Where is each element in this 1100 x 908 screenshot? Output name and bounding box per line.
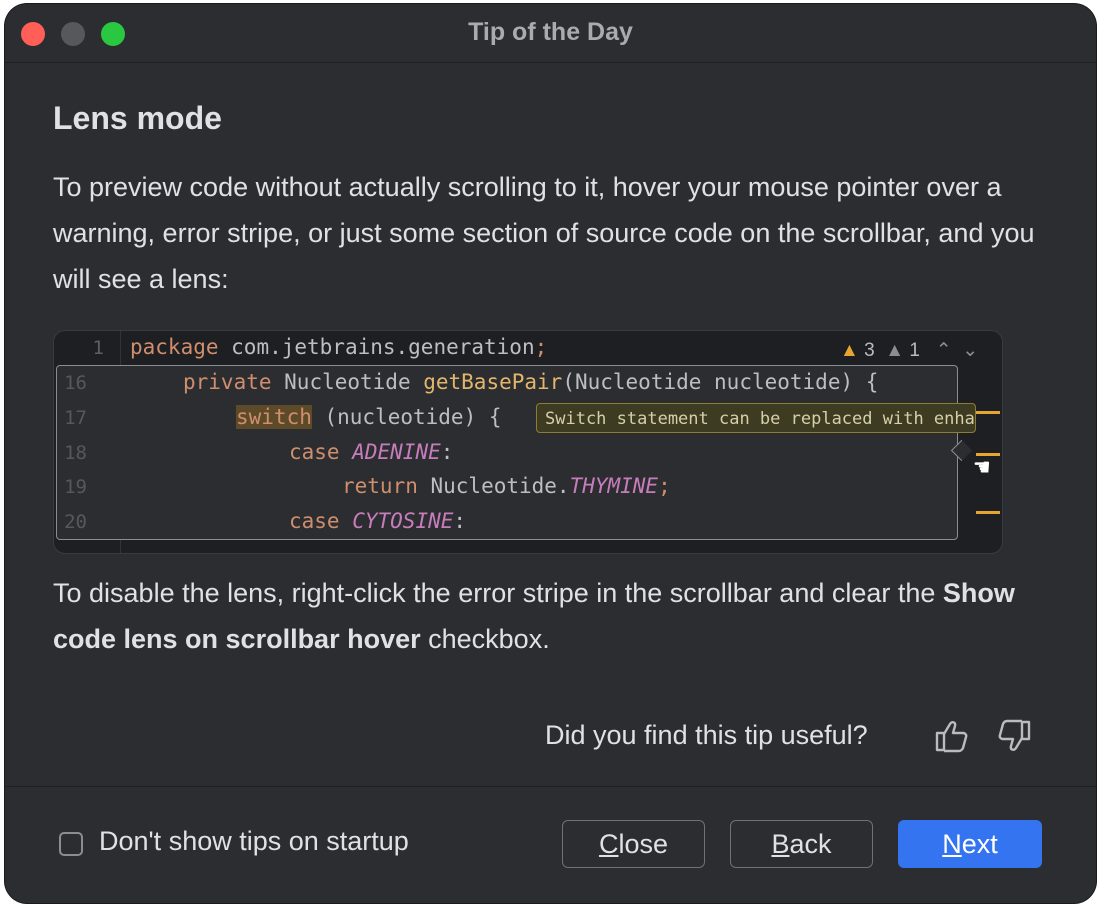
keyword: return	[342, 474, 418, 498]
dont-show-tips-checkbox[interactable]	[59, 832, 83, 856]
feedback-question: Did you find this tip useful?	[545, 720, 868, 750]
title-bar: Tip of the Day	[5, 4, 1096, 63]
dont-show-tips-label[interactable]: Don't show tips on startup	[99, 826, 409, 857]
mnemonic: C	[598, 829, 619, 859]
warning-icon: ▲	[840, 340, 859, 361]
keyword: private	[183, 370, 272, 394]
mnemonic: B	[771, 829, 790, 859]
mnemonic: N	[942, 829, 962, 859]
button-label: ack	[789, 829, 832, 859]
code-text: Nucleotide	[271, 370, 424, 394]
code-line-19: return Nucleotide.THYMINE;	[342, 474, 671, 498]
line-number: 19	[64, 476, 87, 498]
thumbs-up-icon[interactable]	[931, 716, 971, 756]
weak-warning-count: 1	[909, 340, 920, 361]
line-number: 16	[64, 372, 87, 394]
code-line-16: private Nucleotide getBasePair(Nucleotid…	[183, 370, 878, 394]
code-text: :	[440, 440, 454, 464]
code-lens-popup: 16 17 18 19 20 private Nucleotide getBas…	[56, 365, 958, 540]
code-text: (Nucleotide nucleotide) {	[562, 370, 879, 394]
code-text: ;	[534, 335, 548, 359]
outro-text: checkbox.	[420, 624, 550, 654]
tip-outro-text: To disable the lens, right-click the err…	[53, 570, 1053, 662]
code-lens-example: 1 package com.jetbrains.generation; ▲ 3 …	[53, 330, 1003, 554]
hand-cursor-icon: ☚	[974, 453, 990, 483]
error-stripe-mark[interactable]	[976, 511, 1000, 514]
error-stripe-mark[interactable]	[976, 411, 1000, 414]
enum-constant: CYTOSINE	[352, 509, 454, 533]
thumbs-down-icon[interactable]	[995, 716, 1035, 756]
line-number: 1	[92, 337, 104, 359]
weak-warning-icon: ▲	[879, 340, 905, 361]
close-button[interactable]: Close	[562, 820, 705, 868]
button-label: ext	[961, 829, 998, 859]
back-button[interactable]: Back	[730, 820, 873, 868]
line-number: 17	[64, 407, 87, 429]
footer-divider	[5, 786, 1096, 787]
inspection-tooltip: Switch statement can be replaced with en…	[536, 403, 976, 433]
tip-of-the-day-dialog: Tip of the Day Lens mode To preview code…	[5, 4, 1096, 903]
outro-text: To disable the lens, right-click the err…	[53, 578, 943, 608]
code-line-18: case ADENINE:	[289, 440, 453, 464]
enum-constant: ADENINE	[352, 440, 441, 464]
code-text: :	[453, 509, 467, 533]
warning-count: 3	[864, 340, 875, 361]
keyword: package	[130, 335, 219, 359]
keyword: case	[289, 509, 340, 533]
code-line-1: package com.jetbrains.generation;	[130, 335, 547, 359]
line-number: 20	[64, 511, 87, 533]
next-button[interactable]: Next	[898, 820, 1042, 868]
chevron-down-icon[interactable]: ⌄	[957, 340, 978, 361]
code-text: ;	[658, 474, 671, 498]
method-name: getBasePair	[423, 370, 563, 394]
tip-intro-text: To preview code without actually scrolli…	[53, 172, 1035, 294]
code-line-17: switch (nucleotide) {	[236, 405, 502, 429]
window-title: Tip of the Day	[468, 18, 633, 46]
code-text: Nucleotide.	[417, 474, 570, 498]
code-text: com.jetbrains.generation	[218, 335, 535, 359]
code-text: (nucleotide) {	[311, 405, 502, 429]
button-label: lose	[618, 829, 669, 859]
tip-heading: Lens mode	[53, 100, 222, 136]
code-line-20: case CYTOSINE:	[289, 509, 466, 533]
keyword-highlighted: switch	[236, 405, 312, 429]
inspection-widget[interactable]: ▲ 3 ▲ 1 ⌃ ⌄	[840, 339, 978, 362]
chevron-up-icon[interactable]: ⌃	[925, 340, 952, 361]
line-number: 18	[64, 442, 87, 464]
keyword: case	[289, 440, 340, 464]
enum-constant: THYMINE	[569, 474, 659, 498]
